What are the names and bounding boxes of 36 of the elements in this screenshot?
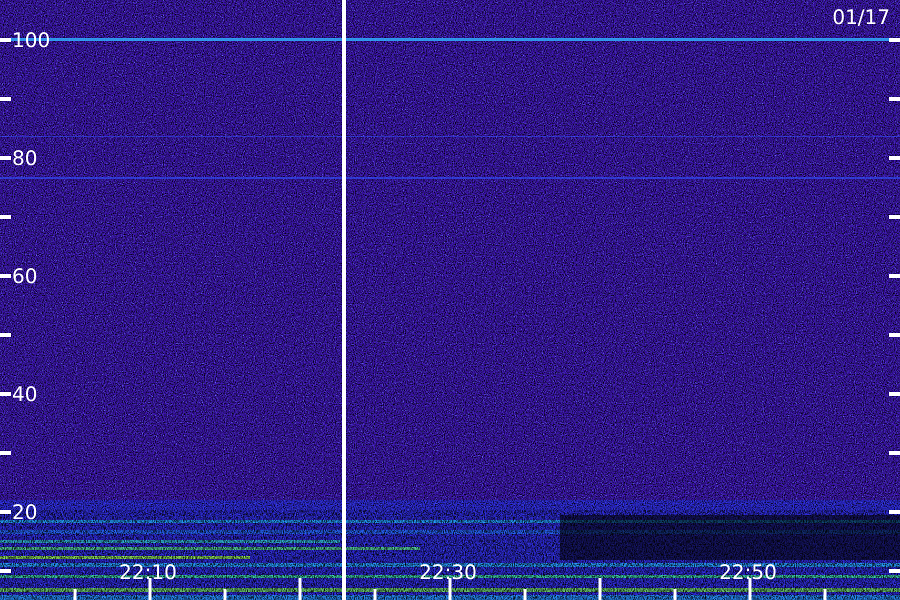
tick-mark xyxy=(148,578,152,600)
tick-mark xyxy=(224,589,226,600)
tick-mark xyxy=(0,274,11,278)
tick-mark xyxy=(674,589,676,600)
tick-mark xyxy=(74,589,76,600)
tick-mark xyxy=(889,333,900,337)
y-axis-label: 40 xyxy=(12,382,38,406)
tick-mark xyxy=(0,156,11,160)
y-axis-label: 60 xyxy=(12,264,38,288)
tick-mark xyxy=(298,578,302,600)
tick-mark xyxy=(889,510,900,514)
tick-mark xyxy=(0,569,11,573)
tick-mark xyxy=(889,274,900,278)
y-axis-label: 80 xyxy=(12,146,38,170)
tick-mark xyxy=(889,392,900,396)
tick-mark xyxy=(0,510,11,514)
date-label: 01/17 xyxy=(832,5,890,29)
tick-mark xyxy=(448,578,452,600)
tick-mark xyxy=(889,38,900,42)
tick-mark xyxy=(0,333,11,337)
tick-mark xyxy=(889,97,900,101)
tick-mark xyxy=(0,97,11,101)
tick-mark xyxy=(524,589,526,600)
tick-mark xyxy=(824,589,826,600)
tick-mark xyxy=(598,578,602,600)
tick-mark xyxy=(0,392,11,396)
tick-mark xyxy=(748,578,752,600)
tick-mark xyxy=(889,215,900,219)
tick-mark xyxy=(889,156,900,160)
tick-mark xyxy=(889,451,900,455)
y-axis-label: 20 xyxy=(12,500,38,524)
tick-mark xyxy=(0,38,11,42)
tick-mark xyxy=(889,569,900,573)
tick-mark xyxy=(374,589,376,600)
tick-mark xyxy=(0,215,11,219)
tick-mark xyxy=(0,451,11,455)
